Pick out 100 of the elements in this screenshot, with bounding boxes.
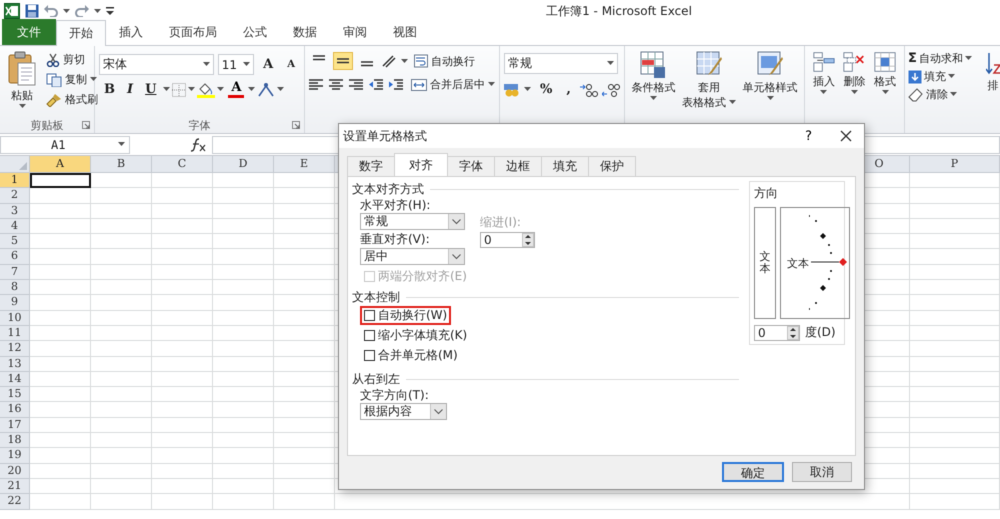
- insert-button[interactable]: 插入: [812, 49, 836, 117]
- dialog-tab[interactable]: 对齐: [394, 153, 448, 176]
- grid-cell[interactable]: [30, 402, 91, 418]
- grid-cell[interactable]: [274, 234, 335, 250]
- grid-cell[interactable]: [910, 418, 1000, 434]
- row-header[interactable]: 21: [0, 478, 30, 494]
- grid-cell[interactable]: [274, 494, 335, 510]
- row-header[interactable]: 6: [0, 249, 30, 265]
- grid-cell[interactable]: [274, 326, 335, 342]
- decrease-decimal-icon[interactable]: [602, 82, 620, 96]
- grid-cell[interactable]: [213, 264, 274, 280]
- format-button[interactable]: 格式: [873, 49, 898, 117]
- checkbox[interactable]: 合并单元格(M): [360, 346, 462, 365]
- grid-cell[interactable]: [30, 264, 91, 280]
- grid-cell[interactable]: [910, 204, 1000, 219]
- grid-cell[interactable]: [30, 295, 91, 311]
- grid-cell[interactable]: [274, 433, 335, 448]
- checkbox[interactable]: 缩小字体填充(K): [360, 326, 472, 345]
- font-name-field[interactable]: 宋体: [99, 54, 214, 75]
- grid-cell[interactable]: [213, 234, 274, 250]
- grid-cell[interactable]: [213, 494, 274, 510]
- grid-cell[interactable]: [152, 372, 213, 388]
- grid-cell[interactable]: [91, 478, 152, 494]
- grid-cell[interactable]: [152, 310, 213, 326]
- ribbon-tab[interactable]: 页面布局: [156, 19, 230, 45]
- format-painter-button[interactable]: 格式刷: [44, 91, 100, 108]
- grid-cell[interactable]: [30, 387, 91, 402]
- grid-cell[interactable]: [91, 310, 152, 326]
- file-tab[interactable]: 文件: [2, 19, 56, 45]
- grid-cell[interactable]: [910, 310, 1000, 326]
- select-all-icon[interactable]: [19, 162, 27, 170]
- grid-cell[interactable]: [213, 341, 274, 357]
- grid-cell[interactable]: [91, 387, 152, 402]
- grid-cell[interactable]: [30, 372, 91, 388]
- grid-cell[interactable]: [213, 464, 274, 479]
- grid-cell[interactable]: [91, 494, 152, 510]
- dialog-launcher-icon[interactable]: [82, 121, 90, 129]
- column-header[interactable]: P: [910, 156, 1000, 173]
- grid-cell[interactable]: [910, 464, 1000, 479]
- copy-button[interactable]: 复制: [44, 71, 100, 88]
- grid-cell[interactable]: [213, 402, 274, 418]
- grid-cell[interactable]: [213, 173, 274, 188]
- grid-cell[interactable]: [152, 448, 213, 464]
- save-icon[interactable]: [25, 4, 39, 18]
- grid-cell[interactable]: [152, 280, 213, 296]
- grid-cell[interactable]: [91, 372, 152, 388]
- font-color-button[interactable]: A: [226, 81, 246, 98]
- fill-color-icon[interactable]: [197, 82, 216, 98]
- ribbon-tab[interactable]: 公式: [230, 19, 280, 45]
- grid-cell[interactable]: [213, 188, 274, 204]
- font-size-field[interactable]: 11: [218, 54, 254, 75]
- percent-button[interactable]: %: [535, 82, 558, 97]
- column-header[interactable]: D: [213, 156, 274, 173]
- active-cell[interactable]: [30, 173, 91, 188]
- ribbon-tab[interactable]: 数据: [280, 19, 330, 45]
- grid-cell[interactable]: [30, 188, 91, 204]
- dialog-tab[interactable]: 数字: [347, 156, 395, 176]
- italic-button[interactable]: I: [122, 82, 138, 97]
- grow-font-button[interactable]: A: [258, 57, 278, 72]
- ribbon-tab[interactable]: 视图: [380, 19, 430, 45]
- help-button[interactable]: ?: [793, 128, 824, 144]
- redo-icon[interactable]: [75, 5, 89, 17]
- grid-cell[interactable]: [152, 494, 213, 510]
- grid-cell[interactable]: [274, 295, 335, 311]
- row-header[interactable]: 11: [0, 326, 30, 342]
- grid-cell[interactable]: [152, 234, 213, 250]
- column-header[interactable]: A: [30, 156, 91, 173]
- shrink-font-button[interactable]: A: [282, 59, 300, 70]
- grid-cell[interactable]: [910, 173, 1000, 188]
- grid-cell[interactable]: [213, 280, 274, 296]
- grid-cell[interactable]: [910, 326, 1000, 342]
- grid-cell[interactable]: [213, 218, 274, 234]
- grid-cell[interactable]: [213, 310, 274, 326]
- comma-button[interactable]: ,: [561, 82, 576, 97]
- grid-cell[interactable]: [152, 418, 213, 434]
- grid-cell[interactable]: [152, 464, 213, 479]
- column-header[interactable]: B: [91, 156, 152, 173]
- grid-cell[interactable]: [91, 249, 152, 265]
- grid-cell[interactable]: [30, 204, 91, 219]
- grid-cell[interactable]: [30, 448, 91, 464]
- grid-cell[interactable]: [30, 418, 91, 434]
- row-header[interactable]: 3: [0, 204, 30, 219]
- grid-cell[interactable]: [910, 387, 1000, 402]
- grid-cell[interactable]: [91, 448, 152, 464]
- align-right-icon[interactable]: [349, 78, 363, 90]
- grid-cell[interactable]: [91, 433, 152, 448]
- grid-cell[interactable]: [152, 478, 213, 494]
- clear-button[interactable]: 清除: [908, 87, 972, 102]
- grid-cell[interactable]: [152, 173, 213, 188]
- grid-cell[interactable]: [152, 264, 213, 280]
- grid-cell[interactable]: [91, 418, 152, 434]
- vertical-text-option[interactable]: 文本: [754, 207, 776, 319]
- checkbox[interactable]: 自动换行(W): [360, 306, 452, 325]
- function-icon[interactable]: [190, 138, 206, 152]
- grid-cell[interactable]: [213, 326, 274, 342]
- grid-cell[interactable]: [910, 448, 1000, 464]
- grid-cell[interactable]: [910, 249, 1000, 265]
- grid-cell[interactable]: [152, 402, 213, 418]
- grid-cell[interactable]: [30, 218, 91, 234]
- row-header[interactable]: 19: [0, 448, 30, 464]
